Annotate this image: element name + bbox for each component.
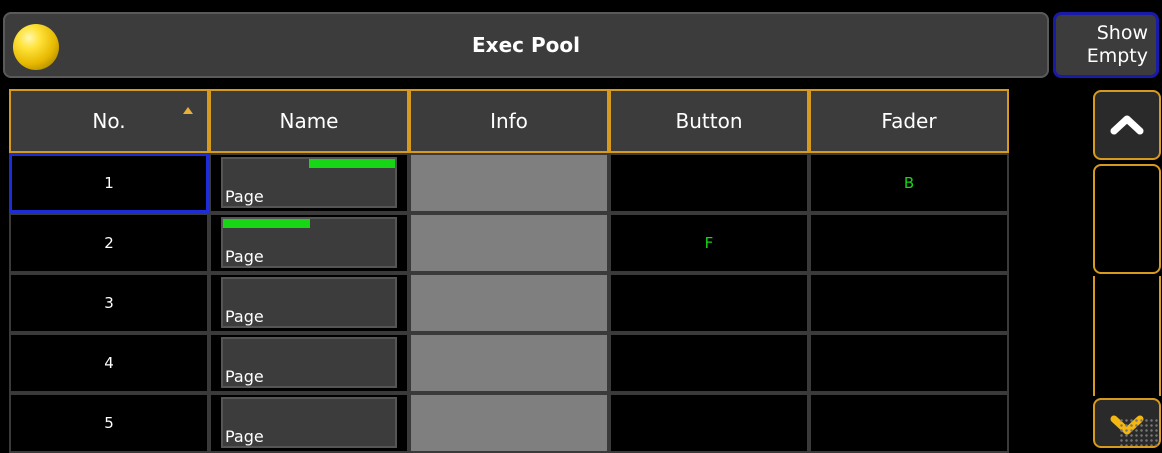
- table-body: 1 Page B 2 Page F 3 Page 4 Page 5 Page: [9, 153, 1009, 453]
- name-box[interactable]: Page: [221, 337, 397, 388]
- name-box[interactable]: Page: [221, 217, 397, 268]
- column-header-label: No.: [92, 109, 126, 133]
- info-cell[interactable]: [409, 333, 609, 393]
- row-number: 1: [104, 174, 114, 192]
- name-label: Page: [225, 427, 264, 446]
- button-cell[interactable]: [609, 273, 809, 333]
- info-cell[interactable]: [409, 273, 609, 333]
- page-title: Exec Pool: [472, 33, 580, 57]
- column-header-label: Name: [279, 109, 339, 133]
- sort-ascending-icon: [183, 107, 193, 114]
- name-label: Page: [225, 187, 264, 206]
- row-number-cell[interactable]: 3: [9, 273, 209, 333]
- name-cell[interactable]: Page: [209, 153, 409, 213]
- show-empty-label-1: Show: [1096, 22, 1148, 44]
- row-number-cell[interactable]: 5: [9, 393, 209, 453]
- name-cell[interactable]: Page: [209, 273, 409, 333]
- chevron-up-icon: [1095, 112, 1159, 136]
- row-number-cell[interactable]: 2: [9, 213, 209, 273]
- column-header-label: Info: [490, 109, 528, 133]
- info-cell[interactable]: [409, 153, 609, 213]
- button-cell[interactable]: [609, 333, 809, 393]
- info-cell[interactable]: [409, 213, 609, 273]
- fader-cell[interactable]: [809, 273, 1009, 333]
- table-row[interactable]: 3 Page: [9, 273, 1009, 333]
- column-header-name[interactable]: Name: [209, 89, 409, 153]
- button-cell[interactable]: [609, 393, 809, 453]
- row-number: 5: [104, 414, 114, 432]
- column-header-button[interactable]: Button: [609, 89, 809, 153]
- column-header-fader[interactable]: Fader: [809, 89, 1009, 153]
- fader-cell[interactable]: B: [809, 153, 1009, 213]
- fader-level-indicator: [223, 219, 310, 228]
- row-number: 4: [104, 354, 114, 372]
- fader-cell[interactable]: [809, 333, 1009, 393]
- table-row[interactable]: 5 Page: [9, 393, 1009, 453]
- table-row[interactable]: 1 Page B: [9, 153, 1009, 213]
- row-number: 3: [104, 294, 114, 312]
- scroll-thumb[interactable]: [1093, 164, 1161, 274]
- name-box[interactable]: Page: [221, 397, 397, 448]
- info-cell[interactable]: [409, 393, 609, 453]
- table-row[interactable]: 4 Page: [9, 333, 1009, 393]
- button-cell[interactable]: F: [609, 213, 809, 273]
- row-number-cell[interactable]: 4: [9, 333, 209, 393]
- column-header-no[interactable]: No.: [9, 89, 209, 153]
- button-assignment: F: [704, 234, 714, 252]
- table-row[interactable]: 2 Page F: [9, 213, 1009, 273]
- scroll-track[interactable]: [1093, 276, 1161, 396]
- row-number: 2: [104, 234, 114, 252]
- button-cell[interactable]: [609, 153, 809, 213]
- name-cell[interactable]: Page: [209, 213, 409, 273]
- name-cell[interactable]: Page: [209, 393, 409, 453]
- fader-cell[interactable]: [809, 393, 1009, 453]
- table-header: No. Name Info Button Fader: [9, 89, 1009, 153]
- fader-level-indicator: [309, 159, 395, 168]
- show-empty-button[interactable]: Show Empty: [1053, 12, 1159, 78]
- name-box[interactable]: Page: [221, 277, 397, 328]
- fader-cell[interactable]: [809, 213, 1009, 273]
- scroll-up-button[interactable]: [1093, 90, 1161, 160]
- name-cell[interactable]: Page: [209, 333, 409, 393]
- name-box[interactable]: Page: [221, 157, 397, 208]
- name-label: Page: [225, 247, 264, 266]
- show-empty-label-2: Empty: [1086, 45, 1148, 67]
- row-number-cell[interactable]: 1: [9, 153, 209, 213]
- resize-grip-icon[interactable]: [1119, 418, 1159, 446]
- column-header-label: Button: [675, 109, 743, 133]
- title-bar: Exec Pool: [3, 12, 1049, 78]
- name-label: Page: [225, 307, 264, 326]
- column-header-label: Fader: [881, 109, 937, 133]
- column-header-info[interactable]: Info: [409, 89, 609, 153]
- name-label: Page: [225, 367, 264, 386]
- fader-assignment: B: [903, 174, 915, 192]
